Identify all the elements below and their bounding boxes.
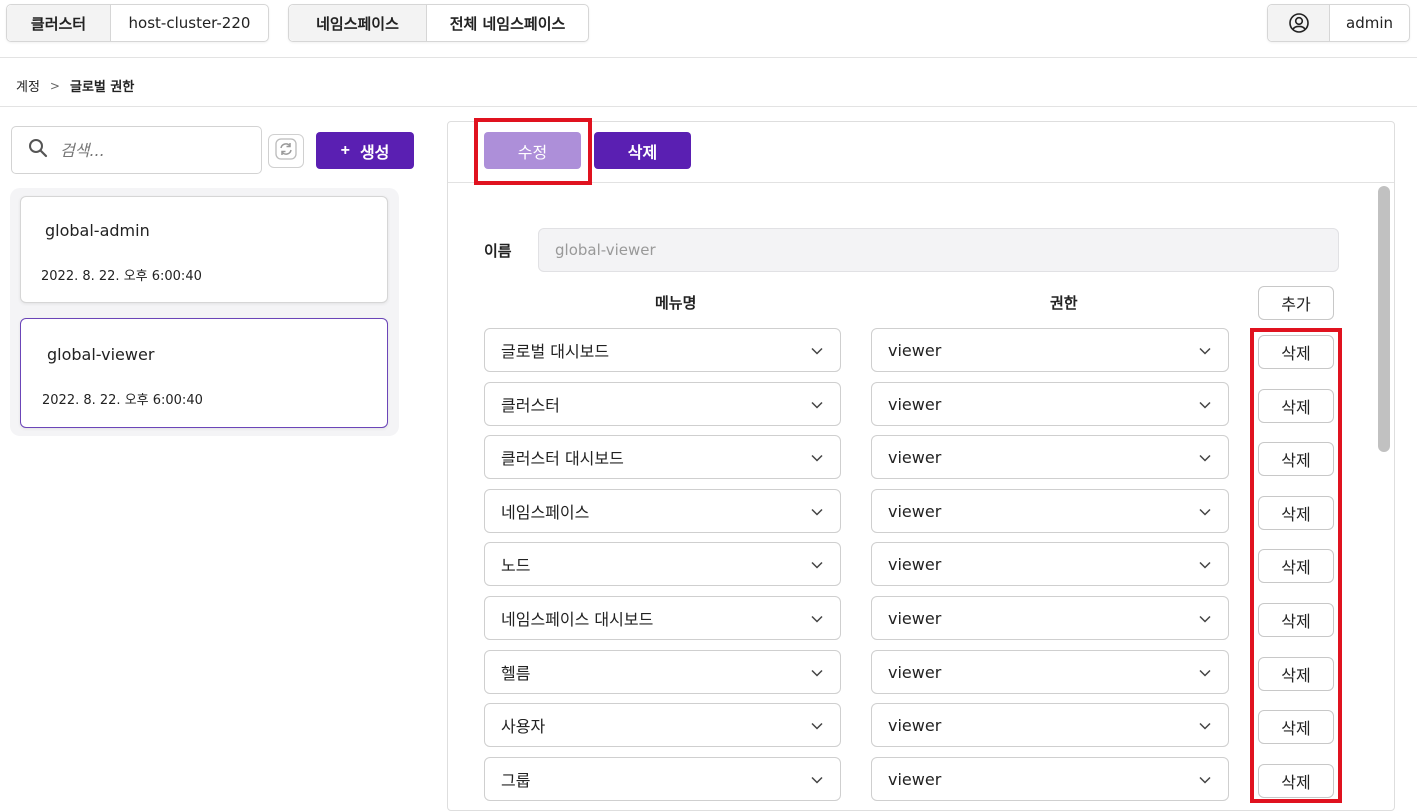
- add-row-button[interactable]: 추가: [1258, 286, 1334, 320]
- chevron-down-icon: [1198, 450, 1212, 464]
- menu-select-value: 클러스터: [501, 396, 560, 415]
- chevron-down-icon: [1198, 718, 1212, 732]
- permission-select[interactable]: viewer: [871, 596, 1229, 640]
- menu-select-value: 그룹: [501, 771, 531, 790]
- create-button[interactable]: + 생성: [316, 132, 414, 169]
- list-item[interactable]: global-viewer 2022. 8. 22. 오후 6:00:40: [20, 318, 388, 428]
- chevron-down-icon: [810, 557, 824, 571]
- permission-select-value: viewer: [888, 554, 942, 574]
- chevron-down-icon: [1198, 397, 1212, 411]
- permission-select[interactable]: viewer: [871, 435, 1229, 479]
- list-item-date: 2022. 8. 22. 오후 6:00:40: [41, 269, 202, 284]
- chevron-down-icon: [810, 772, 824, 786]
- refresh-button[interactable]: [268, 134, 304, 168]
- menu-select-value: 클러스터 대시보드: [501, 449, 624, 468]
- chevron-right-icon: >: [49, 78, 60, 93]
- search-icon: [28, 138, 48, 162]
- name-field: global-viewer: [538, 228, 1339, 272]
- breadcrumb-parent[interactable]: 계정: [16, 76, 40, 95]
- permission-select-value: viewer: [888, 447, 942, 467]
- divider: [0, 106, 1417, 107]
- user-menu[interactable]: admin: [1267, 4, 1410, 42]
- permission-select-value: viewer: [888, 769, 942, 789]
- plus-icon: +: [340, 141, 350, 159]
- column-header-permission: 권한: [1050, 294, 1078, 312]
- permission-select-value: viewer: [888, 715, 942, 735]
- permission-select-value: viewer: [888, 662, 942, 682]
- menu-select[interactable]: 글로벌 대시보드: [484, 328, 841, 372]
- chevron-down-icon: [810, 397, 824, 411]
- permission-select-value: viewer: [888, 394, 942, 414]
- chevron-down-icon: [810, 343, 824, 357]
- menu-select-value: 글로벌 대시보드: [501, 342, 610, 361]
- namespace-selector[interactable]: 네임스페이스 전체 네임스페이스: [288, 4, 589, 42]
- scrollbar[interactable]: [1378, 186, 1390, 452]
- chevron-down-icon: [810, 504, 824, 518]
- list-item-name: global-admin: [45, 221, 150, 240]
- permission-select[interactable]: viewer: [871, 489, 1229, 533]
- column-header-menu: 메뉴명: [655, 294, 697, 312]
- menu-select-value: 네임스페이스 대시보드: [501, 610, 654, 629]
- cluster-selector[interactable]: 클러스터 host-cluster-220: [6, 4, 269, 42]
- breadcrumb-current: 글로벌 권한: [69, 80, 135, 95]
- chevron-down-icon: [1198, 343, 1212, 357]
- namespace-label: 네임스페이스: [289, 5, 427, 41]
- refresh-icon: [275, 138, 297, 164]
- list-item[interactable]: global-admin 2022. 8. 22. 오후 6:00:40: [20, 196, 388, 303]
- top-bar: 클러스터 host-cluster-220 네임스페이스 전체 네임스페이스 a…: [0, 0, 1417, 58]
- permission-select[interactable]: viewer: [871, 650, 1229, 694]
- menu-select[interactable]: 네임스페이스 대시보드: [484, 596, 841, 640]
- permission-select[interactable]: viewer: [871, 542, 1229, 586]
- menu-select-value: 네임스페이스: [501, 503, 590, 522]
- chevron-down-icon: [1198, 665, 1212, 679]
- menu-select[interactable]: 클러스터: [484, 382, 841, 426]
- menu-select[interactable]: 그룹: [484, 757, 841, 801]
- namespace-value[interactable]: 전체 네임스페이스: [427, 5, 588, 41]
- permission-select[interactable]: viewer: [871, 703, 1229, 747]
- menu-select[interactable]: 네임스페이스: [484, 489, 841, 533]
- menu-select[interactable]: 헬름: [484, 650, 841, 694]
- menu-select-value: 노드: [501, 556, 531, 575]
- chevron-down-icon: [810, 665, 824, 679]
- permission-select[interactable]: viewer: [871, 757, 1229, 801]
- chevron-down-icon: [810, 611, 824, 625]
- chevron-down-icon: [1198, 557, 1212, 571]
- user-name[interactable]: admin: [1330, 5, 1409, 41]
- search-input[interactable]: [60, 140, 230, 160]
- cluster-label: 클러스터: [7, 5, 111, 41]
- permission-select-value: viewer: [888, 501, 942, 521]
- breadcrumb: 계정 > 글로벌 권한: [16, 76, 135, 96]
- delete-button[interactable]: 삭제: [594, 132, 691, 169]
- menu-select[interactable]: 노드: [484, 542, 841, 586]
- permission-select-value: viewer: [888, 340, 942, 360]
- list-item-date: 2022. 8. 22. 오후 6:00:40: [42, 393, 203, 408]
- name-label: 이름: [484, 242, 512, 260]
- highlight-box-edit: [474, 118, 592, 185]
- permission-select[interactable]: viewer: [871, 328, 1229, 372]
- chevron-down-icon: [1198, 611, 1212, 625]
- user-circle-icon: [1268, 5, 1330, 41]
- menu-select-value: 헬름: [501, 664, 531, 683]
- chevron-down-icon: [1198, 772, 1212, 786]
- chevron-down-icon: [810, 450, 824, 464]
- permission-select[interactable]: viewer: [871, 382, 1229, 426]
- chevron-down-icon: [810, 718, 824, 732]
- menu-select-value: 사용자: [501, 717, 546, 736]
- chevron-down-icon: [1198, 504, 1212, 518]
- permission-select-value: viewer: [888, 608, 942, 628]
- list-item-name: global-viewer: [47, 345, 155, 364]
- cluster-value[interactable]: host-cluster-220: [111, 5, 268, 41]
- menu-select[interactable]: 사용자: [484, 703, 841, 747]
- menu-select[interactable]: 클러스터 대시보드: [484, 435, 841, 479]
- create-button-label: 생성: [359, 144, 390, 162]
- search-box[interactable]: [11, 126, 262, 174]
- highlight-box-delete-column: [1250, 328, 1342, 803]
